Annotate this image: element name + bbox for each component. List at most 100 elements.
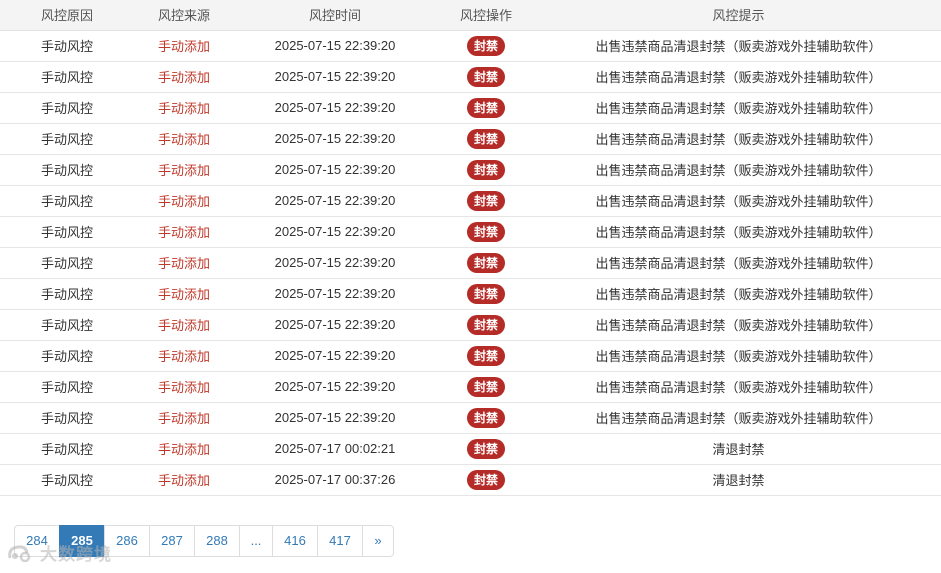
reason-cell: 手动风控 xyxy=(0,216,134,248)
reason-cell-text: 手动风控 xyxy=(40,411,93,426)
table-row: 手动风控 手动添加 2025-07-15 22:39:20 封禁 出售违禁商品清退封禁（… xyxy=(0,309,941,341)
page-link[interactable]: 417 xyxy=(317,525,363,557)
reason-cell: 手动风控 xyxy=(0,340,134,372)
source-cell-text: 手动添加 xyxy=(157,473,210,488)
reason-cell: 手动风控 xyxy=(0,185,134,217)
action-cell: 封禁 xyxy=(436,371,536,403)
next-page-button[interactable]: » xyxy=(362,525,394,557)
source-cell: 手动添加 xyxy=(134,402,234,434)
tip-cell: 出售违禁商品清退封禁（贩卖游戏外挂辅助软件） xyxy=(536,340,941,372)
table-row: 手动风控 手动添加 2025-07-15 22:39:20 封禁 出售违禁商品清退封禁（… xyxy=(0,30,941,62)
source-cell-text: 手动添加 xyxy=(157,442,210,457)
reason-cell-text: 手动风控 xyxy=(40,225,93,240)
page-link[interactable]: 287 xyxy=(149,525,195,557)
source-cell: 手动添加 xyxy=(134,92,234,124)
reason-cell: 手动风控 xyxy=(0,61,134,93)
ban-badge: 封禁 xyxy=(466,376,505,397)
page-ellipsis: ... xyxy=(239,525,273,557)
ban-badge: 封禁 xyxy=(466,97,505,118)
source-cell: 手动添加 xyxy=(134,61,234,93)
tip-cell-text: 出售违禁商品清退封禁（贩卖游戏外挂辅助软件） xyxy=(595,132,882,147)
time-cell: 2025-07-15 22:39:20 xyxy=(234,30,436,62)
table-body: 手动风控 手动添加 2025-07-15 22:39:20 封禁 出售违禁商品清退封禁（… xyxy=(0,30,941,496)
action-cell: 封禁 xyxy=(436,92,536,124)
time-cell: 2025-07-17 00:37:26 xyxy=(234,464,436,496)
tip-cell: 出售违禁商品清退封禁（贩卖游戏外挂辅助软件） xyxy=(536,247,941,279)
tip-cell: 出售违禁商品清退封禁（贩卖游戏外挂辅助软件） xyxy=(536,309,941,341)
time-cell-text: 2025-07-15 22:39:20 xyxy=(274,286,396,301)
time-cell: 2025-07-15 22:39:20 xyxy=(234,402,436,434)
page-link[interactable]: 288 xyxy=(194,525,240,557)
ban-badge: 封禁 xyxy=(466,159,505,180)
action-cell: 封禁 xyxy=(436,216,536,248)
source-cell-text: 手动添加 xyxy=(157,163,210,178)
time-cell: 2025-07-15 22:39:20 xyxy=(234,371,436,403)
table-row: 手动风控 手动添加 2025-07-17 00:37:26 封禁 清退封禁 xyxy=(0,464,941,496)
ban-badge: 封禁 xyxy=(466,345,505,366)
page-link[interactable]: 416 xyxy=(272,525,318,557)
action-cell: 封禁 xyxy=(436,30,536,62)
tip-cell: 出售违禁商品清退封禁（贩卖游戏外挂辅助软件） xyxy=(536,371,941,403)
source-cell-text: 手动添加 xyxy=(157,349,210,364)
ban-badge: 封禁 xyxy=(466,252,505,273)
source-cell: 手动添加 xyxy=(134,433,234,465)
time-cell: 2025-07-15 22:39:20 xyxy=(234,340,436,372)
reason-cell: 手动风控 xyxy=(0,92,134,124)
time-cell: 2025-07-15 22:39:20 xyxy=(234,61,436,93)
watermark-logo-icon xyxy=(8,544,31,562)
tip-cell: 出售违禁商品清退封禁（贩卖游戏外挂辅助软件） xyxy=(536,61,941,93)
source-cell: 手动添加 xyxy=(134,278,234,310)
tip-cell-text: 出售违禁商品清退封禁（贩卖游戏外挂辅助软件） xyxy=(595,225,882,240)
header-row: 风控原因 风控来源 风控时间 风控操作 风控提示 xyxy=(0,0,941,31)
time-cell-text: 2025-07-15 22:39:20 xyxy=(274,38,396,53)
column-header: 风控时间 xyxy=(234,0,436,31)
ban-badge: 封禁 xyxy=(466,407,505,428)
tip-cell: 出售违禁商品清退封禁（贩卖游戏外挂辅助软件） xyxy=(536,123,941,155)
time-cell: 2025-07-15 22:39:20 xyxy=(234,123,436,155)
ban-badge: 封禁 xyxy=(466,314,505,335)
tip-cell: 出售违禁商品清退封禁（贩卖游戏外挂辅助软件） xyxy=(536,216,941,248)
action-cell: 封禁 xyxy=(436,154,536,186)
tip-cell-text: 出售违禁商品清退封禁（贩卖游戏外挂辅助软件） xyxy=(595,411,882,426)
time-cell: 2025-07-15 22:39:20 xyxy=(234,185,436,217)
table-row: 手动风控 手动添加 2025-07-17 00:02:21 封禁 清退封禁 xyxy=(0,433,941,465)
table-row: 手动风控 手动添加 2025-07-15 22:39:20 封禁 出售违禁商品清退封禁（… xyxy=(0,154,941,186)
source-cell-text: 手动添加 xyxy=(157,70,210,85)
time-cell: 2025-07-15 22:39:20 xyxy=(234,247,436,279)
source-cell-text: 手动添加 xyxy=(157,380,210,395)
time-cell-text: 2025-07-15 22:39:20 xyxy=(274,100,396,115)
ban-badge: 封禁 xyxy=(466,35,505,56)
risk-control-table: 风控原因 风控来源 风控时间 风控操作 风控提示 手动风控 手动添加 2025-07-15 … xyxy=(0,0,941,496)
tip-cell: 出售违禁商品清退封禁（贩卖游戏外挂辅助软件） xyxy=(536,278,941,310)
reason-cell-text: 手动风控 xyxy=(40,287,93,302)
tip-cell-text: 出售违禁商品清退封禁（贩卖游戏外挂辅助软件） xyxy=(595,256,882,271)
table-row: 手动风控 手动添加 2025-07-15 22:39:20 封禁 出售违禁商品清退封禁（… xyxy=(0,247,941,279)
reason-cell: 手动风控 xyxy=(0,278,134,310)
table-row: 手动风控 手动添加 2025-07-15 22:39:20 封禁 出售违禁商品清退封禁（… xyxy=(0,371,941,403)
time-cell-text: 2025-07-15 22:39:20 xyxy=(274,317,396,332)
time-cell-text: 2025-07-15 22:39:20 xyxy=(274,255,396,270)
reason-cell: 手动风控 xyxy=(0,30,134,62)
tip-cell: 出售违禁商品清退封禁（贩卖游戏外挂辅助软件） xyxy=(536,402,941,434)
tip-cell-text: 出售违禁商品清退封禁（贩卖游戏外挂辅助软件） xyxy=(595,70,882,85)
tip-cell: 清退封禁 xyxy=(536,464,941,496)
tip-cell: 清退封禁 xyxy=(536,433,941,465)
time-cell-text: 2025-07-15 22:39:20 xyxy=(274,224,396,239)
ban-badge: 封禁 xyxy=(466,66,505,87)
ban-badge: 封禁 xyxy=(466,469,505,490)
table-row: 手动风控 手动添加 2025-07-15 22:39:20 封禁 出售违禁商品清退封禁（… xyxy=(0,185,941,217)
reason-cell: 手动风控 xyxy=(0,309,134,341)
action-cell: 封禁 xyxy=(436,278,536,310)
table-row: 手动风控 手动添加 2025-07-15 22:39:20 封禁 出售违禁商品清退封禁（… xyxy=(0,402,941,434)
reason-cell-text: 手动风控 xyxy=(40,256,93,271)
ban-badge: 封禁 xyxy=(466,190,505,211)
reason-cell: 手动风控 xyxy=(0,371,134,403)
reason-cell-text: 手动风控 xyxy=(40,380,93,395)
tip-cell-text: 清退封禁 xyxy=(712,473,765,488)
table-row: 手动风控 手动添加 2025-07-15 22:39:20 封禁 出售违禁商品清退封禁（… xyxy=(0,216,941,248)
source-cell: 手动添加 xyxy=(134,154,234,186)
column-header: 风控提示 xyxy=(536,0,941,31)
time-cell-text: 2025-07-15 22:39:20 xyxy=(274,348,396,363)
column-header: 风控来源 xyxy=(134,0,234,31)
source-cell: 手动添加 xyxy=(134,123,234,155)
